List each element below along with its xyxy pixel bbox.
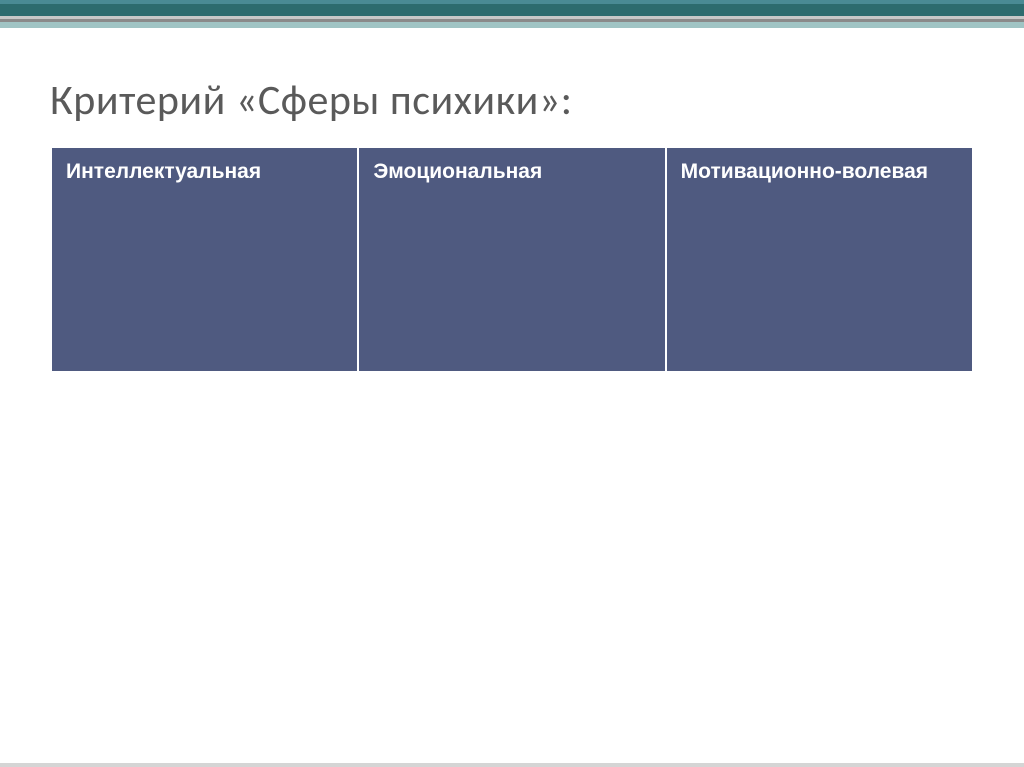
decorative-bottom-border <box>0 763 1024 767</box>
table-cell-emotional: Эмоциональная <box>358 147 665 372</box>
spheres-table: Интеллектуальная Эмоциональная Мотивацио… <box>50 146 974 373</box>
table-cell-motivational: Мотивационно-волевая <box>666 147 973 372</box>
table-cell-intellectual: Интеллектуальная <box>51 147 358 372</box>
decorative-top-border <box>0 0 1024 28</box>
slide-content: Критерий «Сферы психики»: Интеллектуальн… <box>0 0 1024 373</box>
table-row: Интеллектуальная Эмоциональная Мотивацио… <box>51 147 973 372</box>
slide-title: Критерий «Сферы психики»: <box>50 75 974 126</box>
